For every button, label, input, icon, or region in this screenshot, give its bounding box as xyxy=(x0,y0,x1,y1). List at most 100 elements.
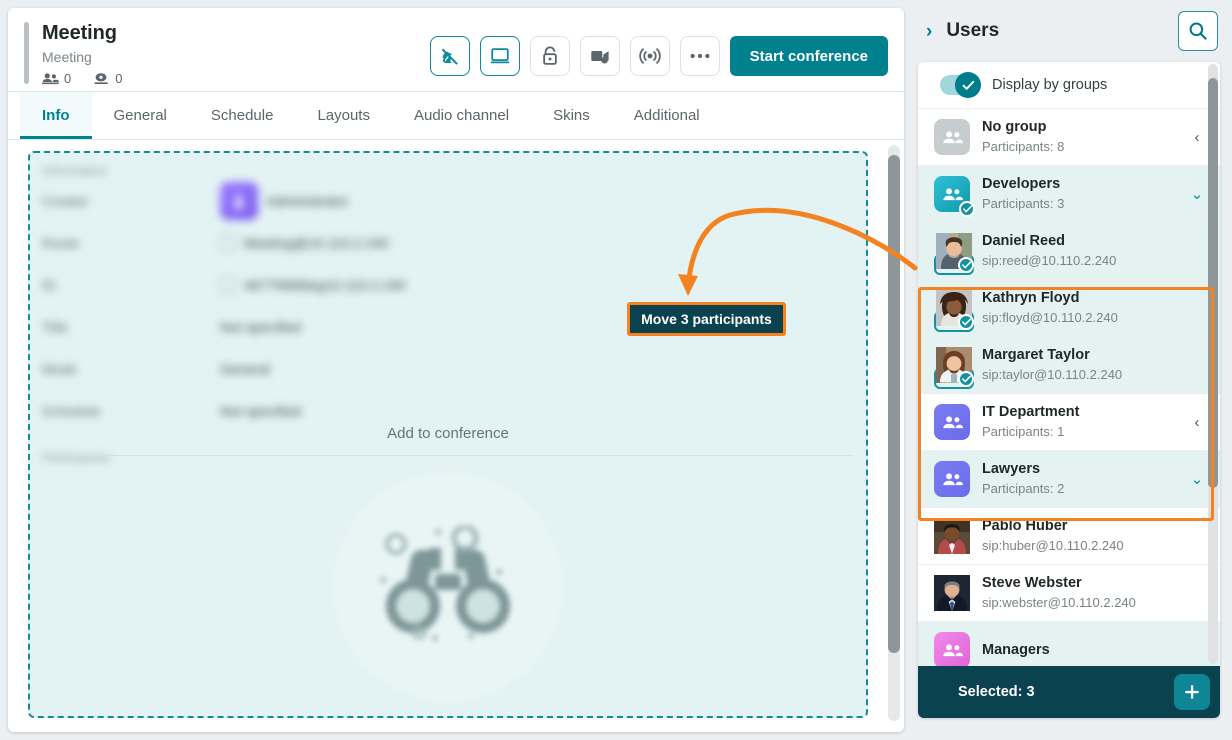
avatar xyxy=(934,347,974,389)
people-icon xyxy=(942,187,963,200)
info-row-value-wrap: Administrator xyxy=(220,182,348,220)
info-row-label: Route xyxy=(42,235,80,251)
chevron-left-icon[interactable]: ‹ xyxy=(1188,129,1206,146)
tab-schedule[interactable]: Schedule xyxy=(189,92,296,139)
display-by-groups-toggle[interactable] xyxy=(940,72,981,98)
group-name: IT Department xyxy=(982,404,1080,420)
user-text: Kathryn Floyd sip:floyd@10.110.2.240 xyxy=(982,289,1206,327)
lock-button[interactable] xyxy=(529,36,570,76)
meeting-counters: 0 0 xyxy=(42,71,122,86)
broadcast-button[interactable] xyxy=(629,36,670,76)
tab-skins[interactable]: Skins xyxy=(531,92,612,139)
selected-check-badge xyxy=(958,371,974,387)
people-icon xyxy=(42,73,59,85)
group-name: No group xyxy=(982,119,1047,135)
people-icon xyxy=(942,472,963,485)
group-row-lawyers[interactable]: Lawyers Participants: 2 ⌄ xyxy=(918,451,1220,508)
creator-avatar xyxy=(220,182,258,220)
app-root: Meeting Meeting 0 0 Start conference Inf… xyxy=(0,0,1232,740)
participants-counter: 0 xyxy=(42,71,71,86)
lock-icon xyxy=(542,46,557,65)
user-row-daniel-reed[interactable]: Daniel Reed sip:reed@10.110.2.240 xyxy=(918,223,1220,280)
info-row-value-wrap: 4677066fdsg10.110.2.240 xyxy=(220,277,406,293)
tab-general[interactable]: General xyxy=(92,92,189,139)
avatar-photo xyxy=(934,518,970,558)
group-icon xyxy=(934,632,970,666)
user-name: Kathryn Floyd xyxy=(982,290,1080,306)
users-list[interactable]: No group Participants: 8 ‹ Developers Pa… xyxy=(918,109,1220,666)
info-row-value: Not specified xyxy=(220,403,301,419)
user-row-kathryn-floyd[interactable]: Kathryn Floyd sip:floyd@10.110.2.240 xyxy=(918,280,1220,337)
photo-male-3 xyxy=(934,575,970,611)
move-participants-label: Move 3 participants xyxy=(641,311,772,327)
user-text: Margaret Taylor sip:taylor@10.110.2.240 xyxy=(982,346,1206,384)
display-by-groups-row[interactable]: Display by groups xyxy=(918,62,1220,109)
user-sip: sip:reed@10.110.2.240 xyxy=(982,253,1117,268)
group-name: Lawyers xyxy=(982,461,1041,477)
avatar-photo xyxy=(934,575,970,615)
left-scrollbar-thumb[interactable] xyxy=(888,155,900,653)
users-panel-header: › Users xyxy=(912,0,1232,62)
chevron-down-icon[interactable]: ⌄ xyxy=(1188,185,1206,203)
check-icon xyxy=(961,261,971,269)
user-name: Pablo Huber xyxy=(982,518,1068,534)
chevron-left-icon[interactable]: ‹ xyxy=(1188,414,1206,431)
search-icon xyxy=(1189,22,1207,40)
tab-info[interactable]: Info xyxy=(20,92,92,139)
user-sip: sip:huber@10.110.2.240 xyxy=(982,538,1124,553)
add-to-conference-dropzone[interactable]: Information Creator Administrator Route … xyxy=(28,151,868,718)
group-text: IT Department Participants: 1 xyxy=(982,403,1176,441)
participants-section-label: Participants xyxy=(42,450,110,465)
user-name: Steve Webster xyxy=(982,575,1082,591)
start-conference-button[interactable]: Start conference xyxy=(729,36,888,76)
info-row-value-wrap: Meeting@10.110.2.240 xyxy=(220,235,389,251)
screen-share-button[interactable] xyxy=(479,36,520,76)
meeting-body: Information Creator Administrator Route … xyxy=(8,141,904,732)
info-row-value: Meeting@10.110.2.240 xyxy=(244,235,389,251)
meeting-tabs: Info General Schedule Layouts Audio chan… xyxy=(8,92,904,140)
more-options-button[interactable] xyxy=(679,36,720,76)
meeting-subtitle: Meeting xyxy=(42,49,92,65)
avatar xyxy=(934,518,970,554)
people-icon xyxy=(942,130,963,143)
chevron-right-icon[interactable]: › xyxy=(926,22,932,41)
empty-state-circle xyxy=(334,473,562,701)
group-row-no-group[interactable]: No group Participants: 8 ‹ xyxy=(918,109,1220,166)
broadcast-icon xyxy=(638,48,661,64)
tab-additional[interactable]: Additional xyxy=(612,92,722,139)
group-text: Lawyers Participants: 2 xyxy=(982,460,1176,498)
users-scrollbar-thumb[interactable] xyxy=(1208,78,1218,488)
copy-icon[interactable] xyxy=(220,235,236,251)
selected-check-badge xyxy=(959,201,975,217)
copy-icon[interactable] xyxy=(220,277,236,293)
user-sip: sip:floyd@10.110.2.240 xyxy=(982,310,1118,325)
group-name: Developers xyxy=(982,176,1061,192)
chevron-down-icon[interactable]: ⌄ xyxy=(1188,470,1206,488)
add-selected-button[interactable] xyxy=(1174,674,1210,710)
users-list-card: Display by groups No group Participants:… xyxy=(918,62,1220,718)
users-panel: › Users Display by groups No group Parti… xyxy=(912,0,1232,740)
microphone-off-button[interactable] xyxy=(429,36,470,76)
group-row-developers[interactable]: Developers Participants: 3 ⌄ xyxy=(918,166,1220,223)
group-participants: Participants: 8 xyxy=(982,139,1065,154)
accent-bar xyxy=(24,22,29,84)
avatar xyxy=(934,233,974,275)
check-icon xyxy=(961,375,971,383)
add-to-conference-label: Add to conference xyxy=(387,425,509,442)
users-panel-title: Users xyxy=(946,20,1000,41)
user-row-pablo-huber[interactable]: Pablo Huber sip:huber@10.110.2.240 xyxy=(918,508,1220,565)
participants-count-value: 0 xyxy=(64,71,72,86)
search-button[interactable] xyxy=(1178,11,1218,51)
webcam-icon xyxy=(94,73,109,84)
video-camera-button[interactable] xyxy=(579,36,620,76)
group-row-it-department[interactable]: IT Department Participants: 1 ‹ xyxy=(918,394,1220,451)
avatar xyxy=(934,290,974,332)
video-camera-icon xyxy=(590,50,609,64)
user-row-margaret-taylor[interactable]: Margaret Taylor sip:taylor@10.110.2.240 xyxy=(918,337,1220,394)
tab-audio-channel[interactable]: Audio channel xyxy=(392,92,531,139)
user-row-steve-webster[interactable]: Steve Webster sip:webster@10.110.2.240 xyxy=(918,565,1220,622)
group-row-managers[interactable]: Managers xyxy=(918,622,1220,666)
empty-state xyxy=(30,473,866,701)
tab-layouts[interactable]: Layouts xyxy=(295,92,392,139)
check-icon xyxy=(961,318,971,326)
